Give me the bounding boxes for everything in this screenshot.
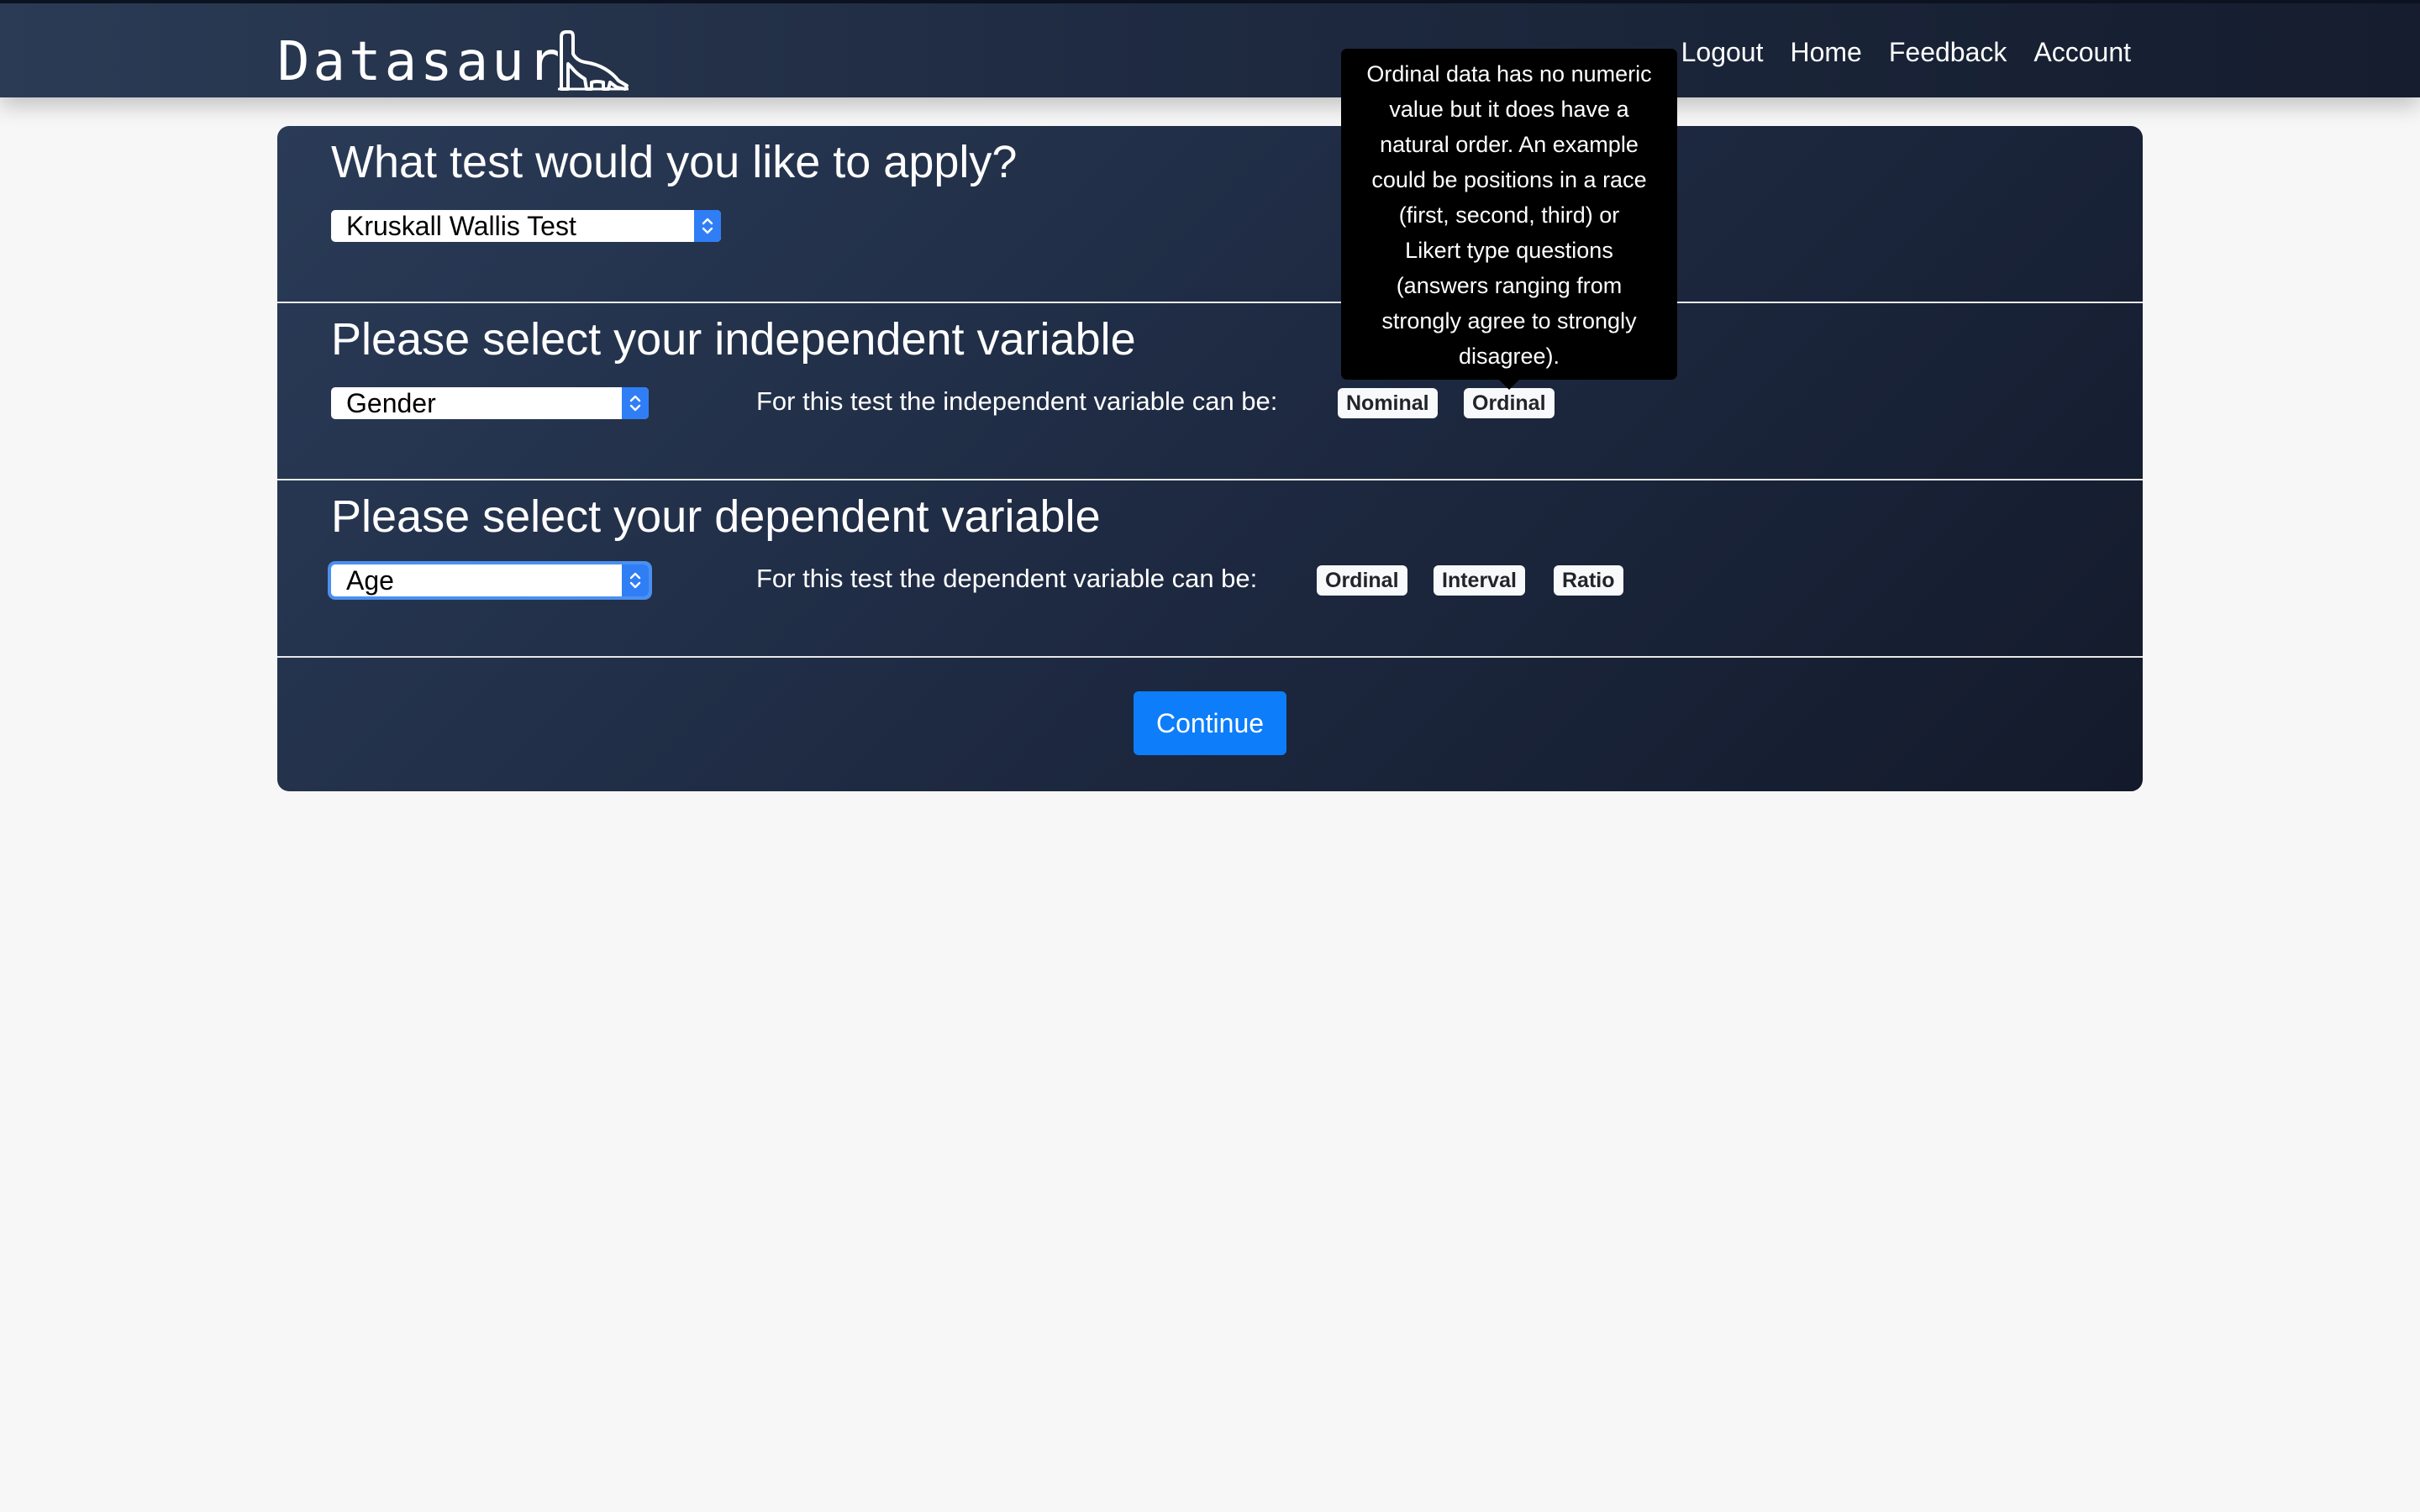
test-setup-card: What test would you like to apply? Krusk…: [277, 126, 2143, 791]
nav-home-link[interactable]: Home: [1790, 37, 1861, 68]
independent-hint: For this test the independent variable c…: [756, 386, 1278, 416]
badge-ratio[interactable]: Ratio: [1554, 565, 1623, 596]
test-select[interactable]: Kruskall Wallis Test: [331, 210, 721, 242]
tooltip-line: disagree).: [1458, 344, 1560, 369]
independent-variable-select[interactable]: Gender: [331, 387, 649, 419]
select-arrows-icon: [622, 564, 649, 596]
independent-variable-section: Please select your independent variable …: [277, 303, 2143, 480]
tooltip-line: strongly agree to strongly: [1381, 308, 1637, 333]
tooltip-line: natural order. An example: [1380, 132, 1639, 157]
dinosaur-icon: [558, 30, 629, 91]
tooltip-line: (first, second, third) or: [1398, 202, 1620, 228]
logo-text: Datasaur: [277, 31, 564, 93]
select-arrows-icon: [622, 387, 649, 419]
nav-account-link[interactable]: Account: [2033, 37, 2131, 68]
test-selection-section: What test would you like to apply? Krusk…: [277, 126, 2143, 302]
nav-logout-link[interactable]: Logout: [1681, 37, 1764, 68]
continue-button[interactable]: Continue: [1134, 691, 1286, 755]
independent-heading: Please select your independent variable: [331, 314, 1136, 365]
select-arrows-icon: [694, 210, 721, 242]
navbar: Datasaur Logout Home Feedback Account: [0, 0, 2420, 97]
independent-select-value: Gender: [346, 387, 436, 418]
dependent-select-value: Age: [346, 564, 394, 596]
badge-ordinal[interactable]: Ordinal: [1317, 565, 1407, 596]
badge-ordinal[interactable]: Ordinal: [1464, 388, 1555, 418]
dependent-variable-section: Please select your dependent variable Ag…: [277, 480, 2143, 657]
ordinal-tooltip: Ordinal data has no numeric value but it…: [1341, 49, 1677, 380]
badge-interval[interactable]: Interval: [1434, 565, 1525, 596]
nav-feedback-link[interactable]: Feedback: [1889, 37, 2007, 68]
badge-nominal: Nominal: [1338, 388, 1438, 418]
tooltip-line: Ordinal data has no numeric: [1366, 61, 1652, 87]
dependent-heading: Please select your dependent variable: [331, 491, 1101, 542]
tooltip-arrow: [1499, 380, 1519, 390]
nav-links: Logout Home Feedback Account: [1655, 3, 2131, 101]
tooltip-line: value but it does have a: [1389, 97, 1629, 122]
test-heading: What test would you like to apply?: [331, 137, 1018, 187]
tooltip-line: could be positions in a race: [1371, 167, 1647, 192]
tooltip-line: (answers ranging from: [1396, 273, 1623, 298]
dependent-variable-select[interactable]: Age: [331, 564, 649, 596]
dependent-hint: For this test the dependent variable can…: [756, 564, 1258, 593]
tooltip-line: Likert type questions: [1405, 238, 1613, 263]
logo[interactable]: Datasaur: [277, 22, 629, 93]
test-select-value: Kruskall Wallis Test: [346, 210, 576, 241]
